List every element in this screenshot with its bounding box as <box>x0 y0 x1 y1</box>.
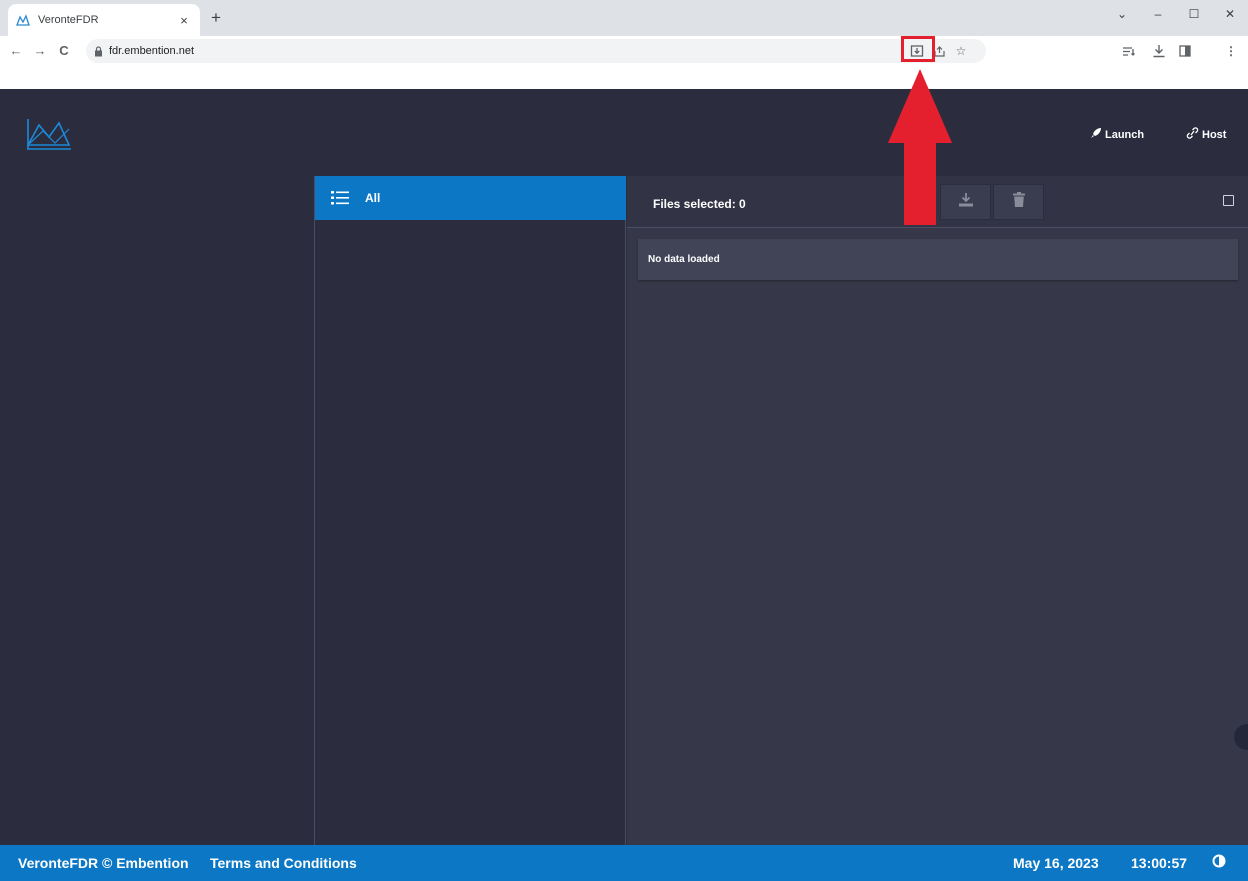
reload-icon[interactable]: C <box>56 43 72 59</box>
downloads-icon[interactable] <box>1150 43 1168 59</box>
new-tab-button[interactable]: + <box>206 9 226 29</box>
launch-label: Launch <box>1105 128 1145 141</box>
floating-help-button[interactable] <box>1234 724 1248 750</box>
host-link[interactable]: Host <box>1186 127 1226 142</box>
minimize-icon[interactable]: – <box>1140 0 1176 28</box>
category-label: All <box>365 191 381 205</box>
annotation-highlight-box <box>901 36 935 62</box>
footer-brand: VeronteFDR © Embention <box>18 855 189 871</box>
more-menu-icon[interactable]: ⋮ <box>1222 43 1240 59</box>
theme-toggle-icon[interactable] <box>1212 854 1226 871</box>
address-bar[interactable]: fdr.embention.net ☆ <box>86 39 986 63</box>
lock-icon <box>94 45 103 57</box>
back-icon[interactable]: ← <box>8 43 24 59</box>
delete-button[interactable] <box>993 184 1044 220</box>
trash-icon <box>1012 192 1025 212</box>
tab-title: VeronteFDR <box>38 14 99 26</box>
category-panel: All <box>314 176 626 845</box>
bookmark-star-icon[interactable]: ☆ <box>952 42 970 60</box>
app-header: Launch Host <box>0 89 1248 176</box>
footer-date: May 16, 2023 <box>1013 855 1099 871</box>
url-text: fdr.embention.net <box>109 45 195 57</box>
maximize-icon[interactable]: ☐ <box>1176 0 1212 28</box>
browser-infobar-gap <box>0 66 1248 89</box>
veronte-logo-icon[interactable] <box>25 117 73 151</box>
reading-list-icon[interactable] <box>1120 43 1138 59</box>
window-controls: ⌄ – ☐ ✕ <box>1104 0 1248 28</box>
select-all-checkbox[interactable] <box>1223 195 1234 206</box>
footer: VeronteFDR © Embention Terms and Conditi… <box>0 845 1248 881</box>
left-blank-area <box>0 176 314 845</box>
browser-tabstrip: VeronteFDR × + ⌄ – ☐ ✕ <box>0 0 1248 36</box>
browser-tab[interactable]: VeronteFDR × <box>8 4 200 36</box>
host-label: Host <box>1202 128 1227 141</box>
rocket-icon <box>1090 127 1102 142</box>
annotation-arrow-icon <box>888 69 952 225</box>
tab-close-icon[interactable]: × <box>176 13 192 28</box>
close-window-icon[interactable]: ✕ <box>1212 0 1248 28</box>
tab-search-icon[interactable]: ⌄ <box>1104 0 1140 28</box>
footer-time: 13:00:57 <box>1131 855 1188 871</box>
files-selected-count: Files selected: 0 <box>653 197 746 211</box>
empty-state-row: No data loaded <box>638 239 1238 280</box>
forward-icon[interactable]: → <box>32 43 48 59</box>
download-icon <box>958 192 974 213</box>
launch-link[interactable]: Launch <box>1090 127 1144 142</box>
terms-link[interactable]: Terms and Conditions <box>210 855 357 871</box>
side-panel-icon[interactable] <box>1176 43 1194 59</box>
veronte-favicon-icon <box>16 12 32 28</box>
browser-toolbar: ← → C fdr.embention.net ☆ ⋮ <box>0 36 1248 66</box>
files-panel: Files selected: 0 No data loaded <box>627 176 1248 845</box>
category-item-all[interactable]: All <box>315 176 626 220</box>
list-icon <box>331 191 349 205</box>
link-icon <box>1186 127 1199 142</box>
